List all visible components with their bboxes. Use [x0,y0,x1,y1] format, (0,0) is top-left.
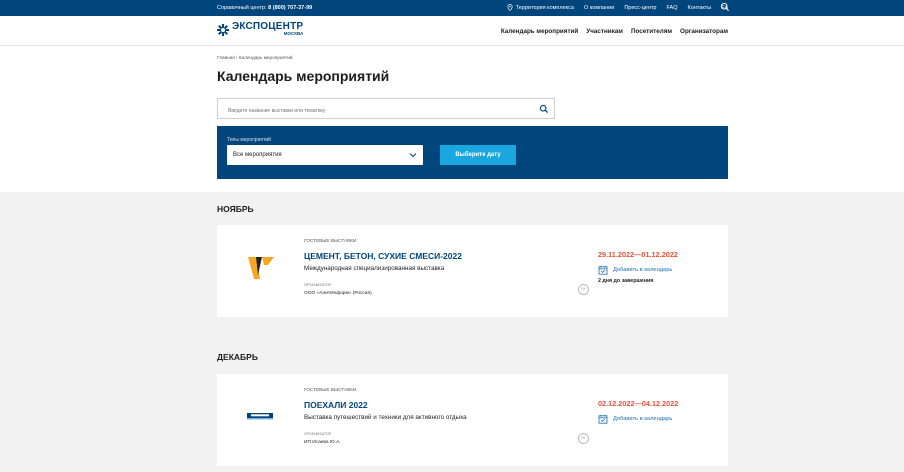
month-heading: ДЕКАБРЬ [217,352,258,362]
nav-visitors[interactable]: Посетителям [631,28,672,35]
event-description: Международная специализированная выставк… [304,265,445,272]
top-link-territory[interactable]: Территория комплекса [507,4,574,11]
days-remaining: 2 дня до завершения [598,278,654,284]
event-dates: 02.12.2022—04.12.2022 [598,399,679,408]
help-phone-label: Справочный центр: [217,5,267,11]
top-link-about[interactable]: О компании [584,5,614,11]
event-logo [248,257,274,279]
month-heading: НОЯБРЬ [217,204,254,214]
top-link-territory-label: Территория комплекса [515,4,574,11]
chevron-down-icon [409,153,417,158]
expocentre-logo[interactable]: ЭКСПОЦЕНТР МОСКВА [217,22,303,37]
top-bar: Справочный центр: 8 (800) 707-37-99 Терр… [0,0,904,16]
calendar-icon [598,414,608,424]
site-header: ЭКСПОЦЕНТР МОСКВА Календарь мероприятий … [0,16,904,46]
event-description: Выставка путешествий и техники для актив… [304,414,467,421]
search-icon[interactable] [539,104,549,114]
top-link-faq[interactable]: FAQ [666,5,677,11]
logo-text: ЭКСПОЦЕНТР [232,21,304,32]
organizer-label: ОРГАНИЗАТОР [304,283,332,287]
event-category: ГОСТЕВЫЕ ВЫСТАВКИ [304,387,357,392]
search-input[interactable] [218,101,518,121]
nav-organizers[interactable]: Организаторам [680,28,728,35]
age-rating-badge: 0+ [578,433,589,444]
nav-participants[interactable]: Участникам [586,28,623,35]
calendar-icon [598,265,608,275]
age-rating-badge: 0+ [578,284,589,295]
location-icon [507,4,513,11]
top-nav: Территория комплекса О компании Пресс-це… [507,4,728,11]
help-phone-number[interactable]: 8 (800) 707-37-99 [268,5,312,11]
event-types-label: Типы мероприятий [227,137,271,143]
main-nav: Календарь мероприятий Участникам Посетит… [501,28,728,35]
event-title[interactable]: ПОЕХАЛИ 2022 [304,400,368,410]
logo-mark-icon [217,23,229,36]
breadcrumb[interactable]: Главная / Календарь мероприятий [217,55,292,60]
top-link-press[interactable]: Пресс-центр [624,5,656,11]
help-phone: Справочный центр: 8 (800) 707-37-99 [217,5,312,11]
event-types-value: Все мероприятия [233,152,282,158]
organizer-label: ОРГАНИЗАТОР [304,432,332,436]
filter-panel: Типы мероприятий Все мероприятия Выберит… [217,126,728,179]
event-card[interactable]: ГОСТЕВЫЕ ВЫСТАВКИ ЦЕМЕНТ, БЕТОН, СУХИЕ С… [217,225,728,317]
event-card[interactable]: ГОСТЕВЫЕ ВЫСТАВКИ ПОЕХАЛИ 2022 Выставка … [217,374,728,466]
add-to-calendar-label: Добавить в календарь [613,267,673,273]
add-to-calendar-button[interactable]: Добавить в календарь [598,414,672,424]
event-logo [247,413,273,420]
page-title: Календарь мероприятий [217,68,390,84]
add-to-calendar-label: Добавить в календарь [613,416,673,422]
search-icon[interactable] [720,2,730,12]
nav-calendar[interactable]: Календарь мероприятий [501,28,578,35]
event-search [217,98,555,121]
organizer-name: ИП Исаева Ю.А. [304,440,341,445]
event-category: ГОСТЕВЫЕ ВЫСТАВКИ [304,238,357,243]
event-title[interactable]: ЦЕМЕНТ, БЕТОН, СУХИЕ СМЕСИ-2022 [304,251,462,261]
add-to-calendar-button[interactable]: Добавить в календарь [598,265,672,275]
event-dates: 29.11.2022—01.12.2022 [598,250,678,259]
page-hero: Главная / Календарь мероприятий Календар… [0,46,904,192]
event-types-select[interactable]: Все мероприятия [227,145,423,165]
organizer-name: ООО «АлитИнформ» (Россия) [304,291,372,296]
top-link-contacts[interactable]: Контакты [688,5,712,11]
select-date-button[interactable]: Выберите дату [440,145,516,165]
